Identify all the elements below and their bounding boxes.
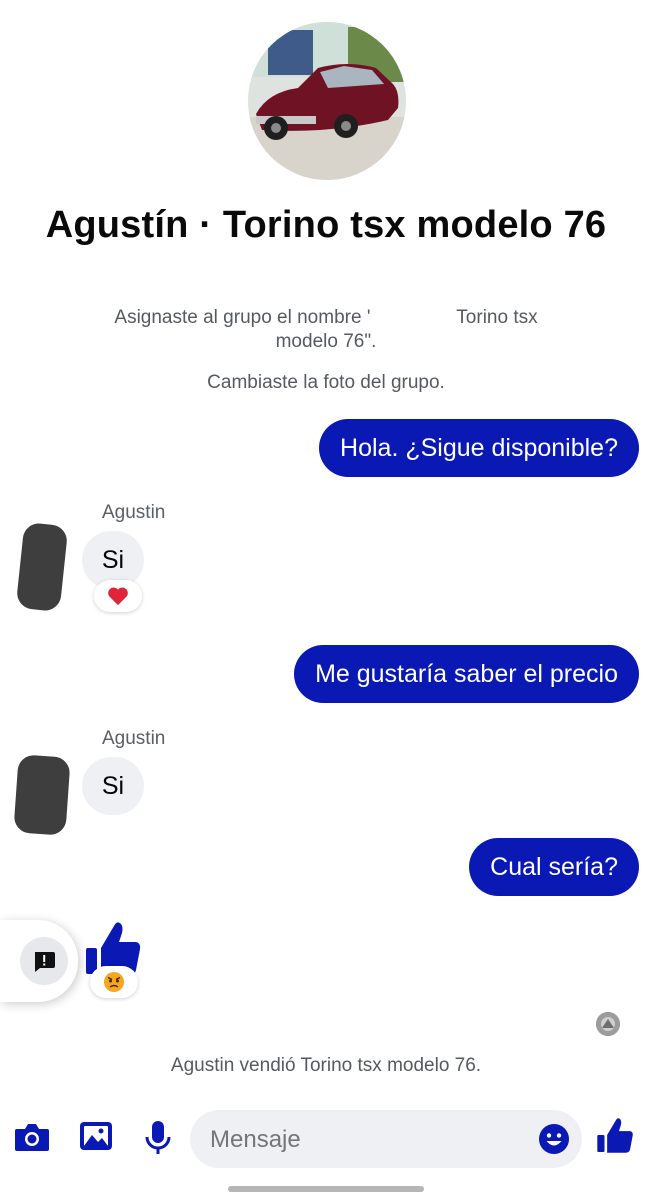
outgoing-message[interactable]: Me gustaría saber el precio [294, 645, 639, 703]
reaction-badge[interactable] [94, 580, 142, 612]
thumbs-up-icon [597, 1118, 633, 1153]
car-photo [248, 22, 406, 180]
emoji-button[interactable] [538, 1123, 570, 1155]
rename-text-2: Torino tsx [456, 307, 538, 328]
home-indicator[interactable] [228, 1186, 424, 1192]
report-button[interactable] [0, 920, 78, 1002]
reaction-badge[interactable] [90, 966, 138, 998]
rename-text-1: Asignaste al grupo el nombre ' [114, 307, 371, 328]
gallery-button[interactable] [76, 1117, 116, 1157]
conversation-title: Agustín · Torino tsx modelo 76 [45, 204, 607, 246]
redacted-name [370, 309, 441, 323]
camera-icon [15, 1124, 49, 1151]
redacted-avatar [15, 521, 69, 613]
angry-face-icon [104, 972, 124, 992]
read-receipt-avatar [596, 1012, 620, 1036]
system-message-photo: Cambiaste la foto del grupo. [207, 372, 445, 393]
report-icon [35, 952, 55, 972]
outgoing-message[interactable]: Hola. ¿Sigue disponible? [319, 419, 639, 477]
sender-name: Agustin [102, 502, 166, 523]
group-photo[interactable] [248, 22, 406, 180]
microphone-button[interactable] [140, 1117, 176, 1157]
report-icon-circle [20, 937, 68, 985]
system-message-rename: Asignaste al grupo el nombre ' Torino ts… [60, 306, 592, 354]
read-receipt-photo [596, 1012, 620, 1036]
microphone-icon [145, 1121, 171, 1154]
message-input[interactable] [208, 1110, 512, 1170]
rename-text-3: modelo 76". [275, 331, 377, 352]
camera-button[interactable] [12, 1117, 52, 1157]
sender-name: Agustin [102, 728, 166, 749]
incoming-message[interactable]: Si [82, 757, 144, 815]
outgoing-message[interactable]: Cual sería? [469, 838, 639, 896]
redacted-avatar [13, 754, 71, 836]
emoji-icon [539, 1124, 569, 1154]
system-message-sold: Agustin vendió Torino tsx modelo 76. [170, 1055, 482, 1076]
heart-icon [108, 587, 128, 606]
message-composer[interactable] [190, 1110, 582, 1170]
like-button[interactable] [596, 1115, 634, 1155]
gallery-icon [80, 1122, 112, 1150]
